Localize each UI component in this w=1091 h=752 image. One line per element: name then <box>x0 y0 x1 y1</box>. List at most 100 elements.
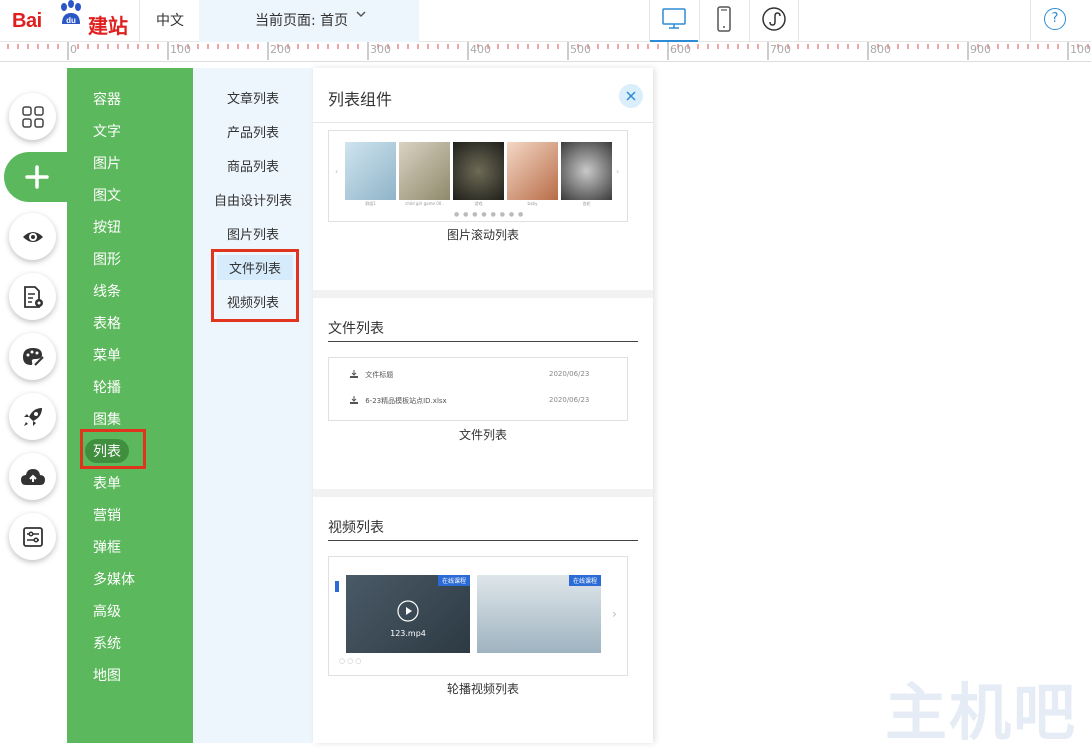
category-item-button[interactable]: 按钮 <box>93 217 121 237</box>
video-thumb[interactable]: 在线课程 123.mp4 <box>346 575 470 653</box>
thumb-image: 游戏 <box>453 142 504 206</box>
top-bar: Bai du 建站 中文 当前页面: 首页 ? <box>0 0 1091 42</box>
video-name: 123.mp4 <box>390 629 426 638</box>
category-item-popup[interactable]: 弹框 <box>93 537 121 557</box>
ruler-label: 200 <box>270 43 291 56</box>
horizontal-ruler: 0 100 200 300 400 500 600 700 800 900 100 <box>0 42 1091 62</box>
category-item-container[interactable]: 容器 <box>93 89 121 109</box>
upload-button[interactable] <box>9 453 56 500</box>
left-toolbar <box>0 62 70 743</box>
arrow-left-icon: ‹ <box>335 167 339 176</box>
preview-button[interactable] <box>9 213 56 260</box>
video-list-preview[interactable]: 在线课程 123.mp4 在线课程 › ○○○ <box>328 556 628 676</box>
category-item-table[interactable]: 表格 <box>93 313 121 333</box>
video-tag: 在线课程 <box>437 575 470 586</box>
theme-button[interactable] <box>9 333 56 380</box>
ruler-ticks <box>7 42 1089 60</box>
divider <box>798 0 799 42</box>
category-item-marketing[interactable]: 营销 <box>93 505 121 525</box>
logo-cn: 建站 <box>88 14 128 38</box>
category-item-image[interactable]: 图片 <box>93 153 121 173</box>
file-name: 文件标题 <box>365 371 394 379</box>
desktop-view-button[interactable] <box>650 0 698 42</box>
close-icon[interactable] <box>619 84 643 108</box>
plus-icon <box>25 165 49 189</box>
thumb-caption: 齿轮 <box>582 201 591 206</box>
mini-program-icon <box>762 7 786 31</box>
ruler-label: 300 <box>370 43 391 56</box>
chevron-right-icon[interactable]: › <box>612 607 617 621</box>
add-component-button[interactable] <box>4 152 70 202</box>
sub-item-goods-list[interactable]: 商品列表 <box>193 156 313 175</box>
desktop-icon <box>662 8 686 29</box>
video-tag: 在线课程 <box>568 575 601 586</box>
category-item-map[interactable]: 地图 <box>93 665 121 685</box>
sub-item-product-list[interactable]: 产品列表 <box>193 122 313 141</box>
highlight-box <box>80 429 146 469</box>
list-components-panel: 列表组件 ‹ 群组1 child girl game 00.. 游戏 baby … <box>313 68 653 743</box>
video-list-title: 视频列表 <box>328 520 384 536</box>
settings-button[interactable] <box>9 513 56 560</box>
video-list-caption: 轮播视频列表 <box>446 682 519 696</box>
category-item-gallery[interactable]: 图集 <box>93 409 121 429</box>
category-item-text[interactable]: 文字 <box>93 121 121 141</box>
thumb-image: baby <box>507 142 558 206</box>
section-gap <box>313 489 653 497</box>
category-item-shape[interactable]: 图形 <box>93 249 121 269</box>
file-list-title: 文件列表 <box>328 321 384 337</box>
image-scroll-list-preview[interactable]: ‹ 群组1 child girl game 00.. 游戏 baby 齿轮 › … <box>328 130 628 222</box>
mobile-view-button[interactable] <box>700 0 748 42</box>
category-item-line[interactable]: 线条 <box>93 281 121 301</box>
pages-button[interactable] <box>9 93 56 140</box>
list-type-menu: 文章列表 产品列表 商品列表 自由设计列表 图片列表 文件列表 视频列表 <box>193 68 313 743</box>
thumb-caption: 群组1 <box>365 201 376 206</box>
panel-title: 列表组件 <box>328 90 393 109</box>
category-item-system[interactable]: 系统 <box>93 633 121 653</box>
section-underline <box>328 540 638 541</box>
category-item-multimedia[interactable]: 多媒体 <box>93 569 135 589</box>
ruler-label: 100 <box>1070 43 1091 56</box>
sub-item-free-design-list[interactable]: 自由设计列表 <box>193 190 313 209</box>
language-switch[interactable]: 中文 <box>156 10 184 30</box>
ruler-label: 0 <box>70 43 77 56</box>
section-gap <box>313 290 653 298</box>
thumb-caption: baby <box>527 201 538 206</box>
logo-paw-text: du <box>66 16 76 25</box>
sub-item-image-list[interactable]: 图片列表 <box>193 224 313 243</box>
palette-icon <box>22 347 44 366</box>
divider <box>1030 0 1031 42</box>
category-item-carousel[interactable]: 轮播 <box>93 377 121 397</box>
page-selector[interactable]: 当前页面: 首页 <box>199 0 419 42</box>
category-item-image-text[interactable]: 图文 <box>93 185 121 205</box>
ruler-label: 600 <box>670 43 691 56</box>
file-list-preview[interactable]: 文件标题 2020/06/23 6-23精品模板站点ID.xlsx 2020/0… <box>328 357 628 421</box>
logo-latin: Bai <box>12 10 42 32</box>
divider <box>313 122 653 123</box>
ruler-label: 500 <box>570 43 591 56</box>
sub-item-article-list[interactable]: 文章列表 <box>193 88 313 107</box>
file-row: 文件标题 2020/06/23 <box>349 370 619 380</box>
watermark: 主机吧 <box>885 676 1078 749</box>
mini-program-button[interactable] <box>750 0 798 42</box>
play-icon <box>397 600 419 622</box>
thumb-caption: child girl game 00.. <box>405 201 444 206</box>
baidu-jianzhan-logo[interactable]: Bai du 建站 <box>8 0 132 38</box>
current-page-label: 当前页面: 首页 <box>255 13 349 29</box>
arrow-right-icon: › <box>616 167 620 176</box>
pagination-dots: ● ● ● ● ● ● ● ● <box>454 211 525 218</box>
download-icon <box>350 370 358 378</box>
help-icon[interactable]: ? <box>1044 8 1066 30</box>
rocket-icon <box>23 407 42 426</box>
divider <box>139 0 140 42</box>
category-item-form[interactable]: 表单 <box>93 473 121 493</box>
image-scroll-list-caption: 图片滚动列表 <box>446 228 519 242</box>
file-date: 2020/06/23 <box>549 396 590 404</box>
category-item-advanced[interactable]: 高级 <box>93 601 121 621</box>
video-thumb[interactable]: 在线课程 <box>477 575 601 653</box>
mobile-icon <box>717 6 731 32</box>
category-item-menu[interactable]: 菜单 <box>93 345 121 365</box>
publish-button[interactable] <box>9 393 56 440</box>
pagination-dots: ○○○ <box>339 657 364 665</box>
page-settings-button[interactable] <box>9 273 56 320</box>
thumb-image: 齿轮 <box>561 142 612 206</box>
